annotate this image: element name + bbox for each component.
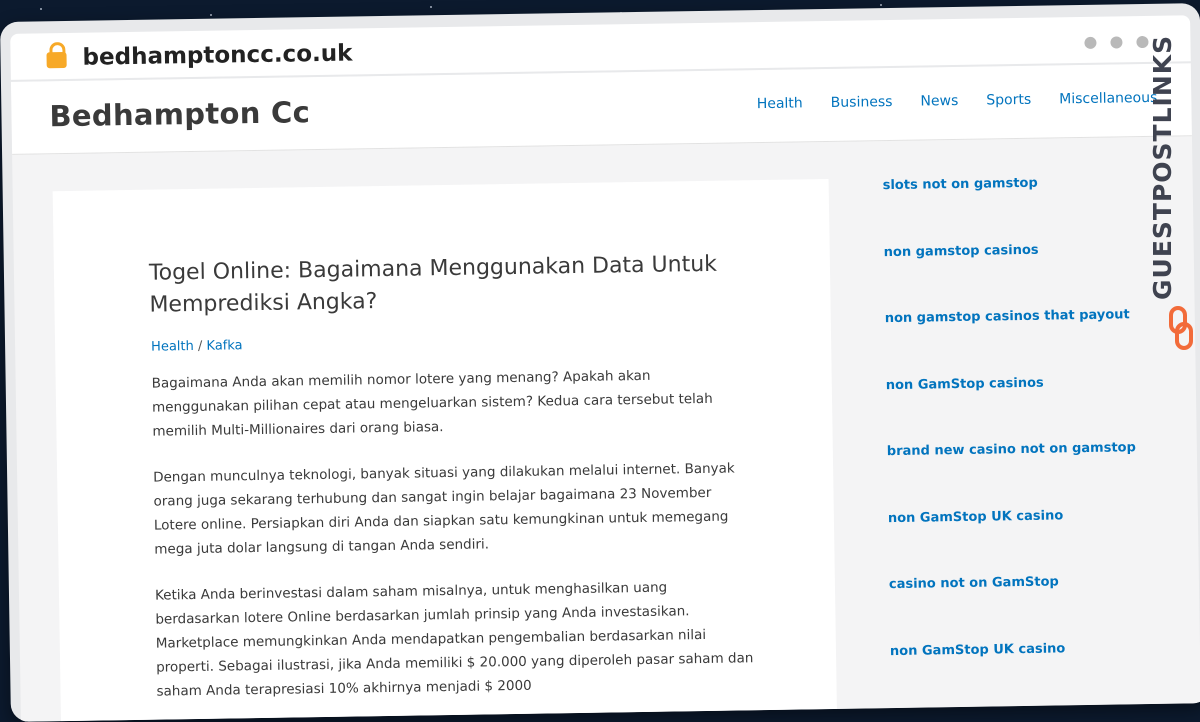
nav-item-business[interactable]: Business <box>831 94 893 111</box>
watermark-text: GUESTPOSTLINKS <box>1148 34 1177 300</box>
author-link[interactable]: Kafka <box>206 338 242 354</box>
nav-item-sports[interactable]: Sports <box>986 92 1031 109</box>
article-paragraph: Dengan munculnya teknologi, banyak situa… <box>153 460 735 558</box>
article-card: Togel Online: Bagaimana Menggunakan Data… <box>52 179 838 722</box>
web-page: Bedhampton Cc Health Business News Sport… <box>10 63 1200 722</box>
window-dot-icon[interactable] <box>1110 36 1123 49</box>
sidebar-links: slots not on gamstop non gamstop casinos… <box>883 174 1171 710</box>
article-paragraph: Ketika Anda berinvestasi dalam saham mis… <box>154 579 754 700</box>
sidebar-link[interactable]: slots not on gamstop <box>883 174 1164 245</box>
nav-item-miscellaneous[interactable]: Miscellaneous <box>1059 90 1157 108</box>
main-nav: Health Business News Sports Miscellaneou… <box>757 90 1158 112</box>
sidebar-link[interactable]: non gamstop casinos <box>884 240 1165 311</box>
sidebar-link[interactable]: non GamStop casinos <box>886 373 1167 444</box>
window-dot-icon[interactable] <box>1136 35 1149 49</box>
sidebar-link[interactable]: non GamStop UK casino <box>890 639 1171 710</box>
lock-icon <box>46 51 67 69</box>
article-title: Togel Online: Bagaimana Menggunakan Data… <box>148 251 718 318</box>
sidebar-link[interactable]: brand new casino not on gamstop <box>887 440 1168 511</box>
link-chain-icon <box>1169 306 1193 350</box>
window-dot-icon[interactable] <box>1084 36 1097 49</box>
article-meta: Health / Kafka <box>151 338 243 354</box>
browser-window: bedhamptoncc.co.uk Bedhampton Cc Health … <box>0 3 1200 722</box>
sidebar-link[interactable]: non gamstop casinos that payout <box>885 307 1166 378</box>
nav-item-news[interactable]: News <box>920 93 958 110</box>
meta-separator: / <box>197 338 203 354</box>
category-link[interactable]: Health <box>151 339 194 355</box>
article-body: Bagaimana Anda akan memilih nomor lotere… <box>152 362 757 722</box>
site-title[interactable]: Bedhampton Cc <box>49 95 310 133</box>
sidebar-link[interactable]: casino not on GamStop <box>889 573 1170 644</box>
sidebar-link[interactable]: non GamStop UK casino <box>888 506 1169 577</box>
nav-item-health[interactable]: Health <box>757 95 803 112</box>
window-controls <box>1084 35 1149 49</box>
article-paragraph: Bagaimana Anda akan memilih nomor lotere… <box>151 367 713 440</box>
url-text[interactable]: bedhamptoncc.co.uk <box>82 40 352 70</box>
